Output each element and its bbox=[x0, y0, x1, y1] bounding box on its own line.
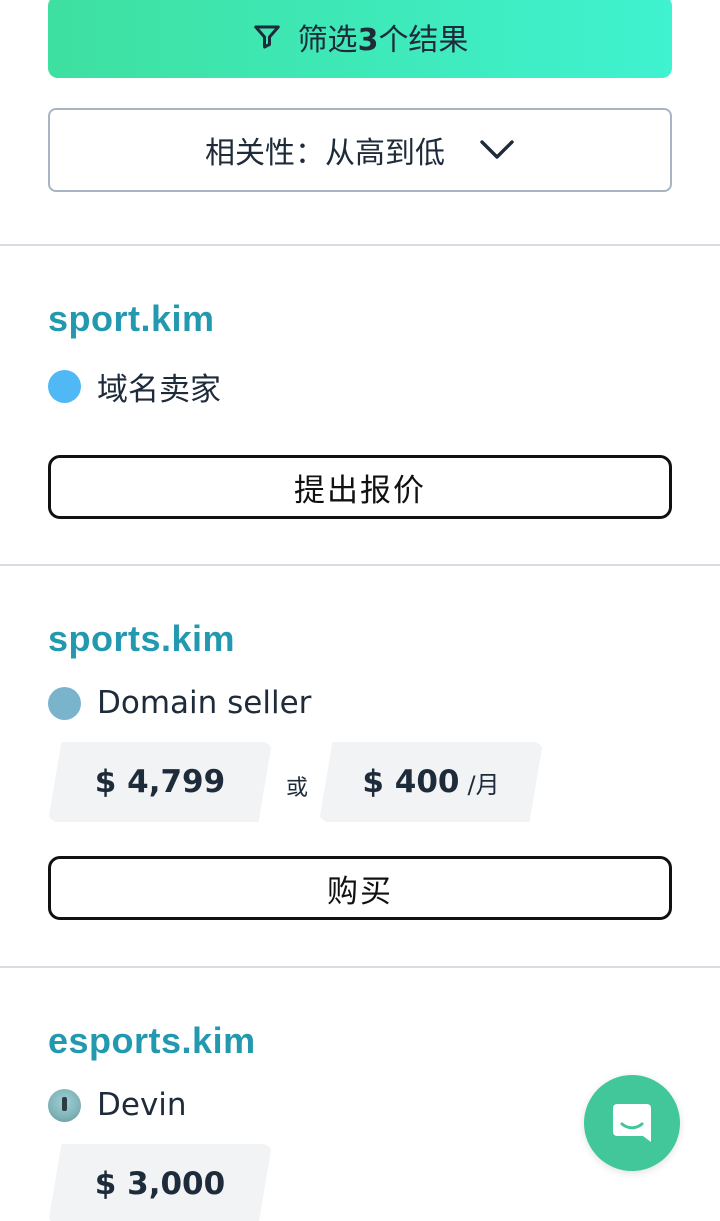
price-value: $ 4,799 bbox=[94, 764, 226, 800]
monthly-price: $ 400/月 bbox=[319, 742, 543, 822]
make-offer-button[interactable]: 提出报价 bbox=[48, 455, 672, 519]
buy-now-price: $ 4,799 bbox=[48, 742, 272, 822]
chat-launcher-button[interactable] bbox=[584, 1075, 680, 1171]
filter-suffix: 个结果 bbox=[378, 23, 469, 58]
monthly-price-value: $ 400 bbox=[362, 764, 460, 800]
seller-name: Domain seller bbox=[97, 685, 312, 721]
chevron-down-icon bbox=[479, 139, 515, 161]
divider bbox=[0, 966, 720, 968]
divider bbox=[0, 244, 720, 246]
avatar bbox=[48, 1088, 81, 1122]
seller-status-dot bbox=[48, 686, 81, 720]
chat-icon bbox=[609, 1100, 655, 1146]
listing-seller: Devin bbox=[48, 1087, 187, 1123]
filter-icon bbox=[252, 22, 282, 52]
seller-name: 域名卖家 bbox=[97, 372, 221, 408]
sort-label: 相关性：从高到低 bbox=[205, 136, 445, 171]
filter-count: 3 bbox=[357, 23, 379, 58]
listing-domain-link[interactable]: sport.kim bbox=[48, 298, 215, 340]
filter-results-button[interactable]: 筛选 3 个结果 bbox=[48, 0, 672, 78]
listing-domain-link[interactable]: sports.kim bbox=[48, 618, 235, 660]
or-separator: 或 bbox=[286, 776, 309, 801]
listing-domain-link[interactable]: esports.kim bbox=[48, 1020, 256, 1062]
buy-now-price: $ 3,000 bbox=[48, 1144, 272, 1221]
divider bbox=[0, 564, 720, 566]
price-value: $ 3,000 bbox=[94, 1166, 226, 1202]
buy-button[interactable]: 购买 bbox=[48, 856, 672, 920]
listing-seller: 域名卖家 bbox=[48, 364, 221, 409]
listing-seller: Domain seller bbox=[48, 685, 311, 721]
filter-label: 筛选 3 个结果 bbox=[298, 15, 469, 59]
seller-status-dot bbox=[48, 370, 81, 403]
seller-name: Devin bbox=[97, 1087, 187, 1123]
monthly-unit: /月 bbox=[467, 770, 500, 799]
sort-dropdown[interactable]: 相关性：从高到低 bbox=[48, 108, 672, 192]
filter-prefix: 筛选 bbox=[297, 23, 358, 58]
page: 筛选 3 个结果 相关性：从高到低 sport.kim 域名卖家 提出报价 spor… bbox=[0, 0, 720, 1221]
